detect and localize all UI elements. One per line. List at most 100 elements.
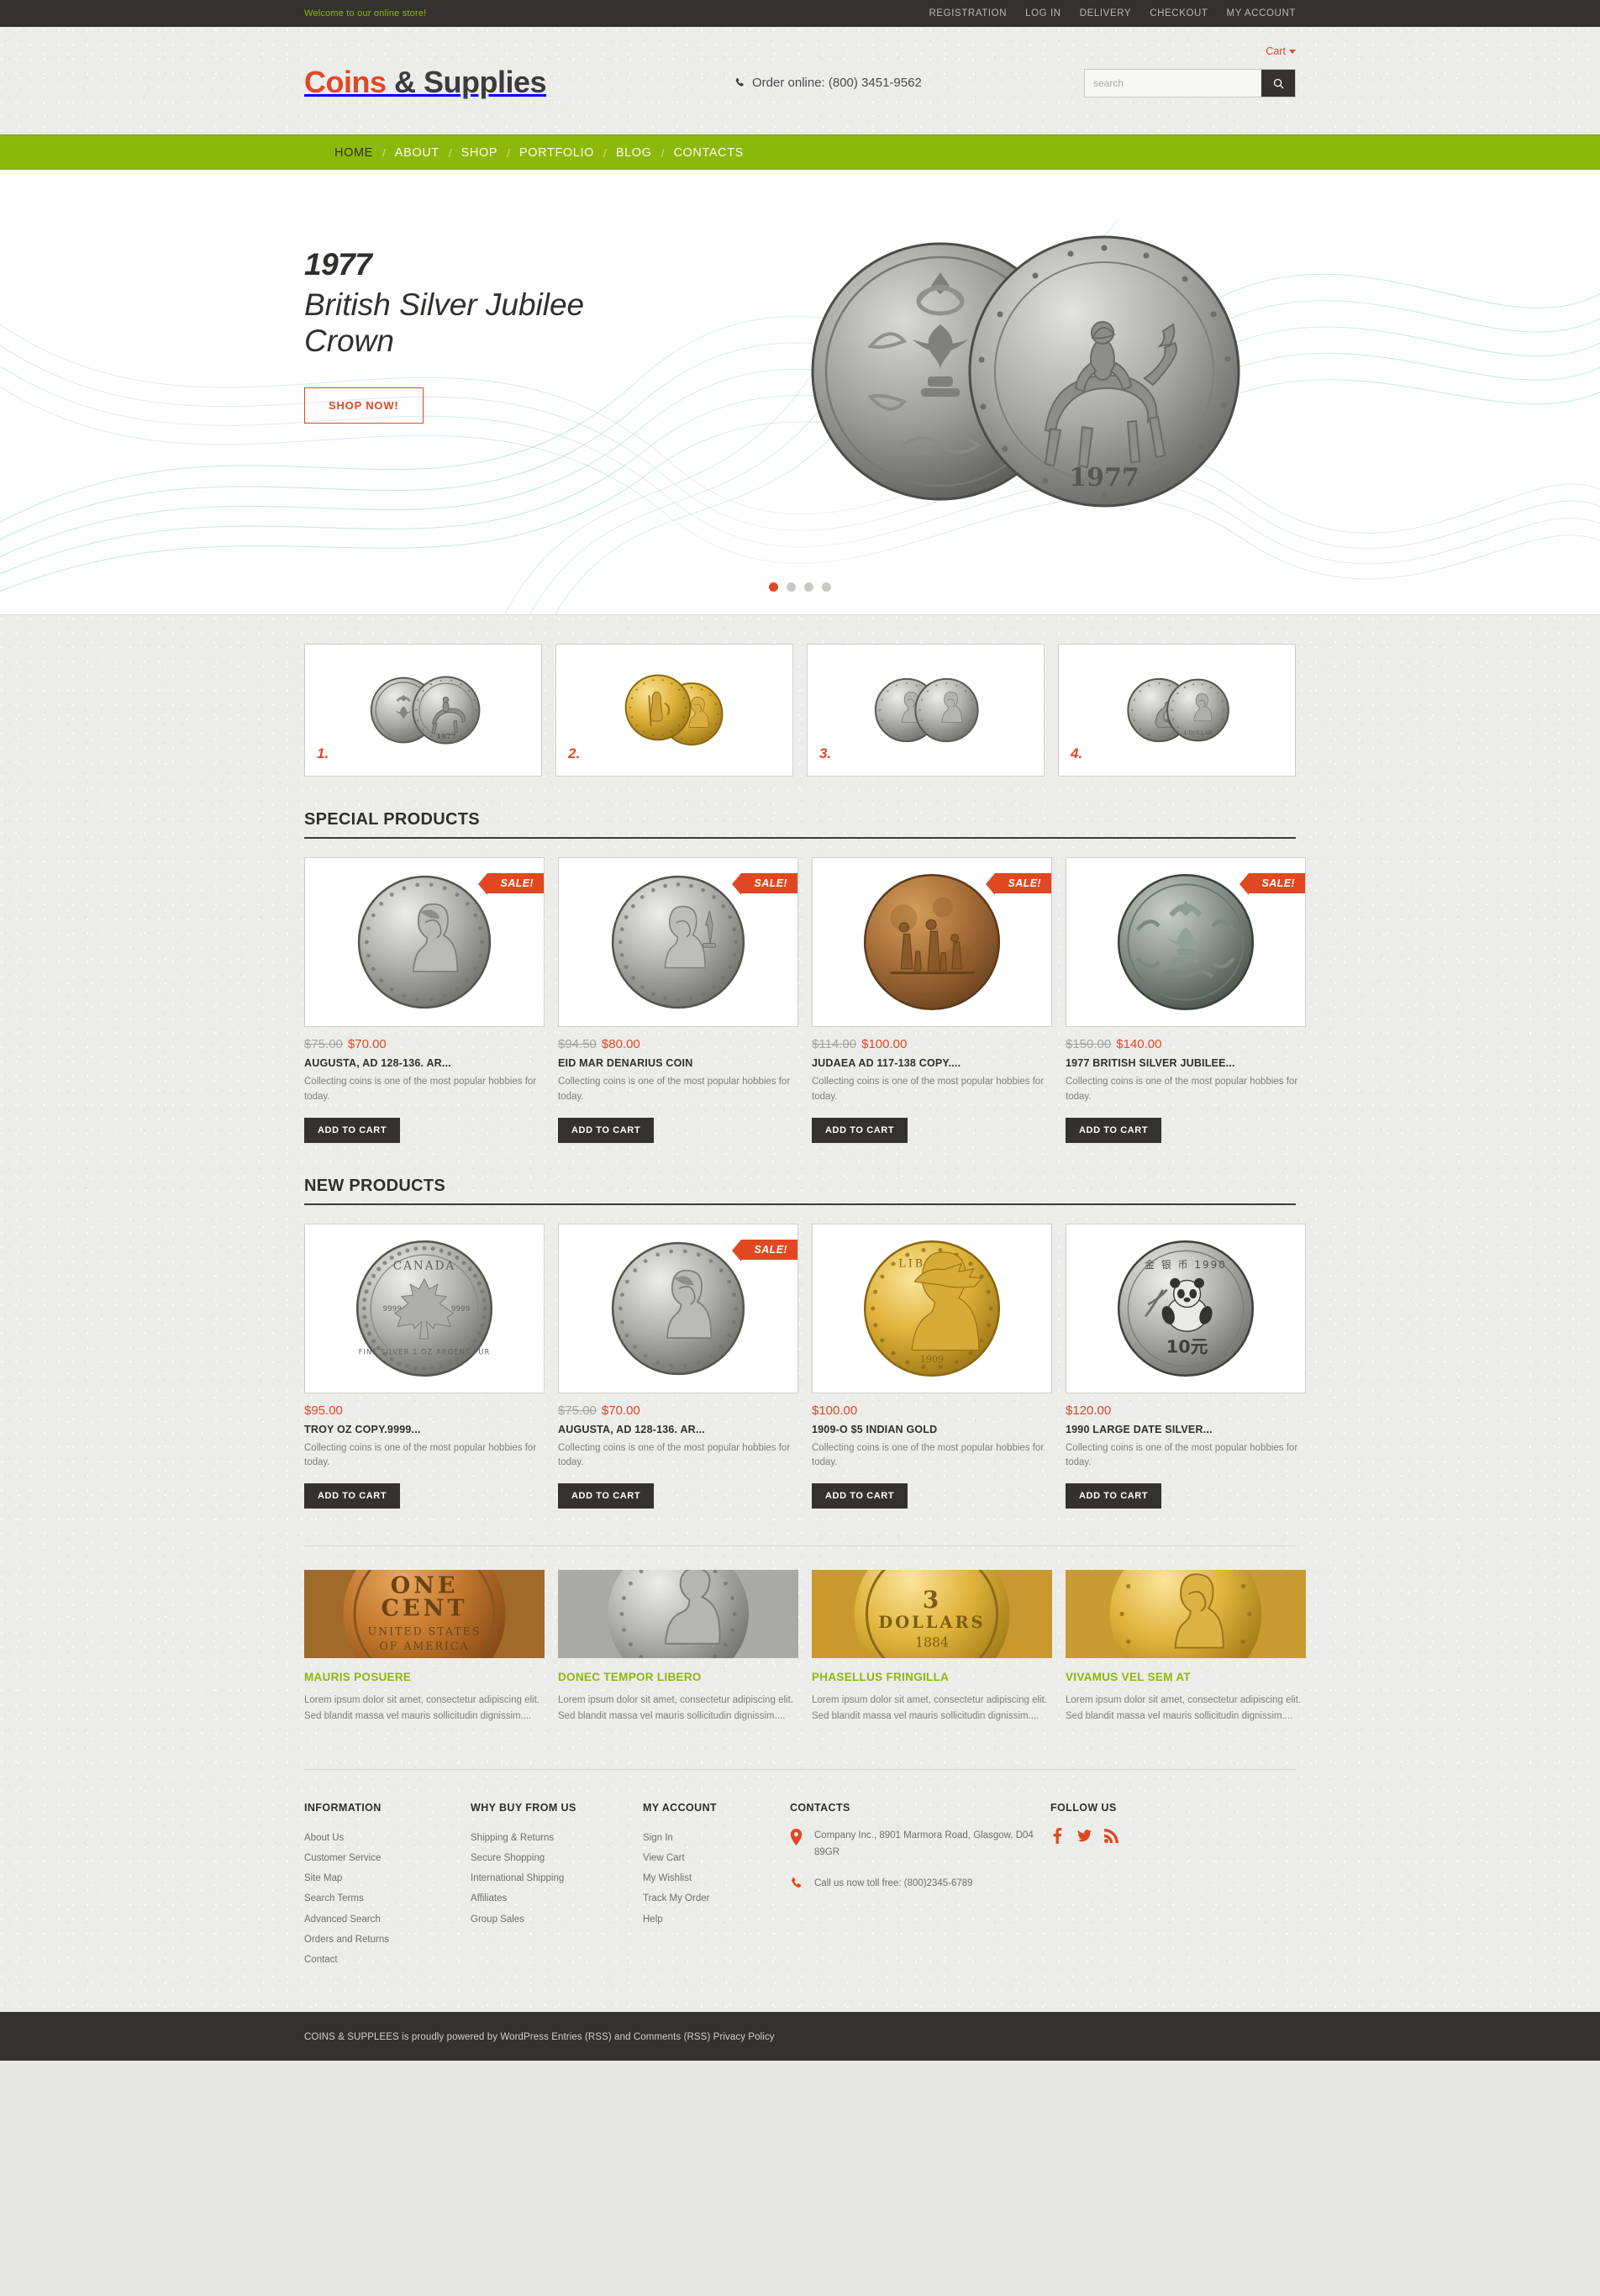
product-title[interactable]: AUGUSTA, AD 128-136. AR... [558, 1424, 798, 1435]
post-title[interactable]: VIVAMUS VEL SEM AT [1066, 1671, 1306, 1683]
twitter-icon[interactable] [1077, 1828, 1092, 1844]
footer-column-information: INFORMATION About Us Customer Service Site… [304, 1802, 471, 1970]
post-title[interactable]: MAURIS POSUERE [304, 1671, 545, 1683]
cart-dropdown[interactable]: Cart [1266, 45, 1296, 57]
featured-thumbnail-1[interactable]: 1977 1. [304, 644, 542, 777]
featured-thumbnail-3[interactable]: 3. [807, 644, 1045, 777]
add-to-cart-button[interactable]: ADD TO CART [304, 1117, 401, 1143]
site-logo[interactable]: Coins & Supplies [304, 67, 547, 97]
nav-item-blog[interactable]: BLOG [616, 146, 652, 160]
special-product-card: SALE! $94.50 $80.00 EID MAR DENARIUS COI… [558, 857, 798, 1143]
product-title[interactable]: JUDAEA AD 117-138 COPY.... [812, 1057, 1052, 1069]
footer-information-link[interactable]: About Us [304, 1828, 471, 1848]
footer-information-link[interactable]: Search Terms [304, 1888, 471, 1909]
slider-dots[interactable] [769, 582, 831, 592]
nav-item-contacts[interactable]: CONTACTS [673, 146, 743, 160]
footer-information-link[interactable]: Advanced Search [304, 1909, 471, 1930]
product-image[interactable]: SALE! [1066, 857, 1306, 1027]
site-header: Coins & Supplies Cart Order online: (800… [0, 27, 1600, 134]
shop-now-button[interactable]: SHOP NOW! [304, 387, 424, 424]
svg-text:1909: 1909 [920, 1353, 944, 1364]
product-price: $80.00 [601, 1037, 640, 1051]
phone-text: Order online: (800) 3451-9562 [752, 76, 922, 90]
footer-why-buy-link[interactable]: Group Sales [471, 1909, 643, 1930]
search-input[interactable] [1085, 70, 1261, 97]
nav-item-home[interactable]: HOME [334, 146, 373, 160]
footer-why-buy-link[interactable]: International Shipping [471, 1868, 643, 1888]
slider-dot-4[interactable] [822, 582, 831, 592]
footer-my-account-link[interactable]: View Cart [643, 1848, 790, 1868]
nav-item-about[interactable]: ABOUT [395, 146, 439, 160]
slider-dot-3[interactable] [804, 582, 813, 592]
slider-dot-2[interactable] [787, 582, 796, 592]
top-link-checkout[interactable]: CHECKOUT [1150, 8, 1208, 18]
footer-address: Company Inc., 8901 Marmora Road, Glasgow… [814, 1830, 1034, 1857]
add-to-cart-button[interactable]: ADD TO CART [304, 1483, 401, 1509]
post-image[interactable] [558, 1570, 798, 1659]
footer-why-buy-link[interactable]: Shipping & Returns [471, 1828, 643, 1848]
footer-why-buy-link[interactable]: Secure Shopping [471, 1848, 643, 1868]
facebook-icon[interactable] [1050, 1828, 1065, 1845]
footer-my-account-link[interactable]: Sign In [643, 1828, 790, 1848]
product-prices: $100.00 [812, 1403, 1052, 1418]
add-to-cart-button[interactable]: ADD TO CART [812, 1483, 908, 1509]
product-image[interactable]: SALE! [558, 1223, 798, 1393]
blog-post-card: DONEC TEMPOR LIBERO Lorem ipsum dolor sit… [558, 1570, 798, 1724]
main-content: 1977 1. 2. 3. 1 DOLLAR 4. SPECIAL PRODUC… [0, 615, 1600, 2012]
product-image[interactable]: SALE! [304, 857, 545, 1027]
top-link-delivery[interactable]: DELIVERY [1080, 8, 1131, 18]
footer-information-link[interactable]: Contact [304, 1950, 471, 1970]
product-image[interactable]: CANADA 9999 9999 FINE SILVER 1 OZ ARGENT… [304, 1223, 545, 1393]
product-image[interactable]: SALE! [558, 857, 798, 1027]
add-to-cart-button[interactable]: ADD TO CART [1066, 1117, 1162, 1143]
product-title[interactable]: 1977 BRITISH SILVER JUBILEE... [1066, 1057, 1306, 1069]
nav-separator: / [603, 146, 607, 160]
footer-information-link[interactable]: Customer Service [304, 1848, 471, 1868]
footer-my-account-item: Sign In [643, 1828, 790, 1848]
nav-item-shop[interactable]: SHOP [461, 146, 498, 160]
product-image[interactable]: 金 银 币 1990 10元 [1066, 1223, 1306, 1393]
new-products-title: NEW PRODUCTS [304, 1176, 446, 1195]
post-title[interactable]: PHASELLUS FRINGILLA [812, 1671, 1052, 1683]
search-button[interactable] [1261, 70, 1295, 97]
add-to-cart-button[interactable]: ADD TO CART [558, 1483, 655, 1509]
special-products-title: SPECIAL PRODUCTS [304, 810, 480, 829]
product-title[interactable]: 1990 LARGE DATE SILVER... [1066, 1424, 1306, 1435]
top-link-my-account[interactable]: MY ACCOUNT [1227, 8, 1296, 18]
search-box[interactable] [1084, 69, 1296, 97]
footer-information-link[interactable]: Site Map [304, 1868, 471, 1888]
page-root: Welcome to our online store! REGISTRATIO… [0, 0, 1600, 2062]
add-to-cart-button[interactable]: ADD TO CART [558, 1117, 655, 1143]
top-link-registration[interactable]: REGISTRATION [929, 8, 1008, 18]
post-image[interactable]: 3 DOLLARS 1884 [812, 1570, 1052, 1659]
product-title[interactable]: EID MAR DENARIUS COIN [558, 1057, 798, 1069]
product-title[interactable]: 1909-O $5 INDIAN GOLD [812, 1424, 1052, 1435]
post-excerpt: Lorem ipsum dolor sit amet, consectetur … [1066, 1695, 1301, 1721]
footer-why-buy-link[interactable]: Affiliates [471, 1888, 643, 1909]
post-image[interactable]: ONE CENT UNITED STATES OF AMERICA [304, 1570, 545, 1659]
product-price: $70.00 [347, 1037, 387, 1051]
footer-account-heading: MY ACCOUNT [643, 1802, 718, 1814]
product-image[interactable]: LIBERTY 1909 [812, 1223, 1052, 1393]
product-title[interactable]: AUGUSTA, AD 128-136. AR... [304, 1057, 545, 1069]
footer-column-follow-us: FOLLOW US [1050, 1802, 1218, 1970]
top-link-login[interactable]: LOG IN [1025, 8, 1061, 18]
svg-text:1977: 1977 [436, 732, 456, 740]
footer-my-account-link[interactable]: My Wishlist [643, 1868, 790, 1888]
featured-thumbnail-4[interactable]: 1 DOLLAR 4. [1058, 644, 1296, 777]
product-image[interactable]: SALE! [812, 857, 1052, 1027]
rss-icon[interactable] [1104, 1828, 1118, 1844]
add-to-cart-button[interactable]: ADD TO CART [1066, 1483, 1162, 1509]
footer-information-item: Site Map [304, 1868, 471, 1888]
product-title[interactable]: TROY OZ COPY.9999... [304, 1424, 545, 1435]
post-title[interactable]: DONEC TEMPOR LIBERO [558, 1671, 798, 1683]
add-to-cart-button[interactable]: ADD TO CART [812, 1117, 908, 1143]
footer-information-link[interactable]: Orders and Returns [304, 1930, 471, 1950]
featured-thumbnail-2[interactable]: 2. [555, 644, 793, 777]
slider-dot-1[interactable] [769, 582, 778, 592]
nav-item-portfolio[interactable]: PORTFOLIO [519, 146, 594, 160]
post-image[interactable] [1066, 1570, 1306, 1659]
footer-my-account-link[interactable]: Help [643, 1909, 790, 1930]
product-prices: $75.00 $70.00 [304, 1037, 545, 1051]
footer-my-account-link[interactable]: Track My Order [643, 1888, 790, 1909]
